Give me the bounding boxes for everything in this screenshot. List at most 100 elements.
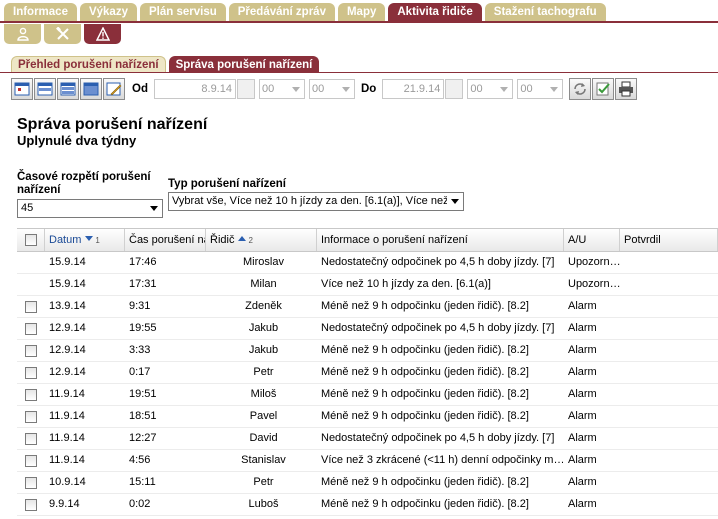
- row-checkbox[interactable]: [25, 344, 37, 357]
- chevron-down-icon: [447, 193, 463, 210]
- print-button[interactable]: [615, 78, 638, 100]
- row-checkbox[interactable]: [25, 498, 37, 511]
- col-date-header[interactable]: Datum 1: [45, 229, 125, 251]
- row-info: Méně než 9 h odpočinku (jeden řidič). [8…: [321, 388, 529, 400]
- row-info: Nedostatečný odpočinek po 4,5 h doby jíz…: [321, 256, 555, 268]
- tab-violations[interactable]: [84, 24, 121, 44]
- chevron-down-icon: [146, 200, 162, 217]
- row-au: Alarm: [568, 366, 597, 378]
- period-filter-label: Časové rozpětí porušení nařízení: [17, 171, 151, 196]
- subtab-prehled[interactable]: Přehled porušení nařízení: [11, 56, 166, 72]
- confirm-button[interactable]: [592, 78, 615, 100]
- row-time: 19:51: [129, 388, 157, 400]
- row-time: 0:17: [129, 366, 151, 378]
- from-date-picker-icon[interactable]: [236, 79, 255, 99]
- row-checkbox[interactable]: [25, 454, 37, 467]
- from-date-input[interactable]: 8.9.14: [153, 79, 236, 99]
- table-row[interactable]: 12.9.14 19:55 Jakub Nedostatečný odpočinek …: [17, 318, 718, 340]
- table-row[interactable]: 11.9.14 18:51 Pavel Méně než 9 h odpočinku …: [17, 406, 718, 428]
- table-row[interactable]: 11.9.14 12:27 David Nedostatečný odpočinek …: [17, 428, 718, 450]
- violations-table: Datum 1 Čas porušení na Řidič 2 Informace …: [17, 228, 718, 516]
- row-date: 13.9.14: [49, 300, 86, 312]
- row-checkbox[interactable]: [25, 366, 37, 379]
- tab-plan-servisu[interactable]: Plán servisu: [139, 3, 226, 21]
- row-date: 11.9.14: [49, 410, 85, 422]
- table-row[interactable]: 10.9.14 15:11 Petr Méně než 9 h odpočinku (…: [17, 472, 718, 494]
- row-checkbox[interactable]: [25, 410, 37, 423]
- to-minute-select[interactable]: 00: [517, 79, 564, 99]
- row-info: Méně než 9 h odpočinku (jeden řidič). [8…: [321, 300, 529, 312]
- row-driver: Pavel: [249, 410, 278, 422]
- to-hour-select[interactable]: 00: [467, 79, 514, 99]
- row-checkbox[interactable]: [25, 388, 37, 401]
- select-all-cell: [17, 229, 45, 251]
- to-date-picker-icon[interactable]: [445, 79, 464, 99]
- row-date: 11.9.14: [49, 432, 85, 444]
- from-label: Od: [132, 83, 148, 95]
- sub-tab-divider: [0, 72, 718, 73]
- row-checkbox[interactable]: [25, 322, 37, 335]
- row-au: Alarm: [568, 454, 597, 466]
- subtab-sprava[interactable]: Správa porušení nařízení: [168, 56, 320, 72]
- col-driver-header[interactable]: Řidič 2: [206, 229, 317, 251]
- table-row[interactable]: 11.9.14 19:51 Miloš Méně než 9 h odpočinku …: [17, 384, 718, 406]
- two-weeks-view-button[interactable]: [57, 78, 79, 100]
- row-checkbox[interactable]: [25, 300, 37, 313]
- table-row[interactable]: 12.9.14 3:33 Jakub Méně než 9 h odpočinku (…: [17, 340, 718, 362]
- row-au: Alarm: [568, 322, 597, 334]
- row-checkbox-cell: [17, 428, 45, 449]
- row-driver: Jakub: [248, 322, 279, 334]
- tab-tools[interactable]: [44, 24, 81, 44]
- row-info: Více než 3 zkrácené (<11 h) denní odpoči…: [321, 454, 564, 466]
- row-checkbox-cell: [17, 274, 45, 295]
- tab-stazeni-tachografu[interactable]: Stažení tachografu: [484, 3, 606, 21]
- table-row[interactable]: 12.9.14 0:17 Petr Méně než 9 h odpočinku (j…: [17, 362, 718, 384]
- row-date: 15.9.14: [49, 278, 86, 290]
- tab-aktivita-ridice[interactable]: Aktivita řidiče: [388, 3, 482, 21]
- calendar-two-weeks-icon: [60, 82, 76, 96]
- tab-mapy[interactable]: Mapy: [337, 3, 386, 21]
- table-row[interactable]: 15.9.14 17:46 Miroslav Nedostatečný odpočin…: [17, 252, 718, 274]
- tab-vykazy[interactable]: Výkazy: [79, 3, 137, 21]
- row-confirm: [620, 318, 718, 339]
- driver-sort-index: 2: [248, 236, 253, 245]
- row-info: Nedostatečný odpočinek po 4,5 h doby jíz…: [321, 322, 555, 334]
- from-minute-select[interactable]: 00: [308, 79, 355, 99]
- period-filter-select[interactable]: 45: [17, 199, 163, 218]
- table-row[interactable]: 9.9.14 0:02 Luboš Méně než 9 h odpočinku (j…: [17, 494, 718, 516]
- table-row[interactable]: 15.9.14 17:31 Milan Více než 10 h jízdy za …: [17, 274, 718, 296]
- row-confirm: [620, 274, 718, 295]
- col-confirm-header[interactable]: Potvrdil: [620, 229, 718, 251]
- week-view-button[interactable]: [34, 78, 56, 100]
- type-filter-select[interactable]: Vybrat vše, Více než 10 h jízdy za den. …: [168, 192, 464, 211]
- to-date-input[interactable]: 21.9.14: [382, 79, 445, 99]
- day-view-button[interactable]: [11, 78, 33, 100]
- row-date: 9.9.14: [49, 498, 80, 510]
- main-tab-bar: Informace Výkazy Plán servisu Předávání …: [4, 3, 606, 21]
- col-au-header[interactable]: A/U: [564, 229, 620, 251]
- from-hour-select[interactable]: 00: [258, 79, 305, 99]
- table-body: 15.9.14 17:46 Miroslav Nedostatečný odpočin…: [17, 252, 718, 516]
- row-time: 17:31: [129, 278, 157, 290]
- row-info: Méně než 9 h odpočinku (jeden řidič). [8…: [321, 410, 529, 422]
- row-confirm: [620, 296, 718, 317]
- row-au: Upozorn…: [568, 256, 620, 268]
- col-time-header[interactable]: Čas porušení na: [125, 229, 206, 251]
- tab-driver[interactable]: [4, 24, 41, 44]
- row-au: Alarm: [568, 498, 597, 510]
- sort-asc-icon: [238, 236, 247, 241]
- table-row[interactable]: 13.9.14 9:31 Zdeněk Méně než 9 h odpočinku …: [17, 296, 718, 318]
- table-row[interactable]: 11.9.14 4:56 Stanislav Více než 3 zkrácené …: [17, 450, 718, 472]
- month-view-button[interactable]: [80, 78, 102, 100]
- row-checkbox[interactable]: [25, 476, 37, 489]
- col-info-header[interactable]: Informace o porušení nařízení: [317, 229, 564, 251]
- select-all-checkbox[interactable]: [24, 234, 37, 246]
- row-info: Méně než 9 h odpočinku (jeden řidič). [8…: [321, 366, 529, 378]
- refresh-button[interactable]: [569, 78, 592, 100]
- row-checkbox-cell: [17, 252, 45, 273]
- row-checkbox[interactable]: [25, 432, 37, 445]
- custom-range-button[interactable]: [103, 78, 125, 100]
- tab-informace[interactable]: Informace: [4, 3, 77, 21]
- icon-tab-bar: [4, 24, 121, 44]
- tab-predavani-zprav[interactable]: Předávání zpráv: [228, 3, 335, 21]
